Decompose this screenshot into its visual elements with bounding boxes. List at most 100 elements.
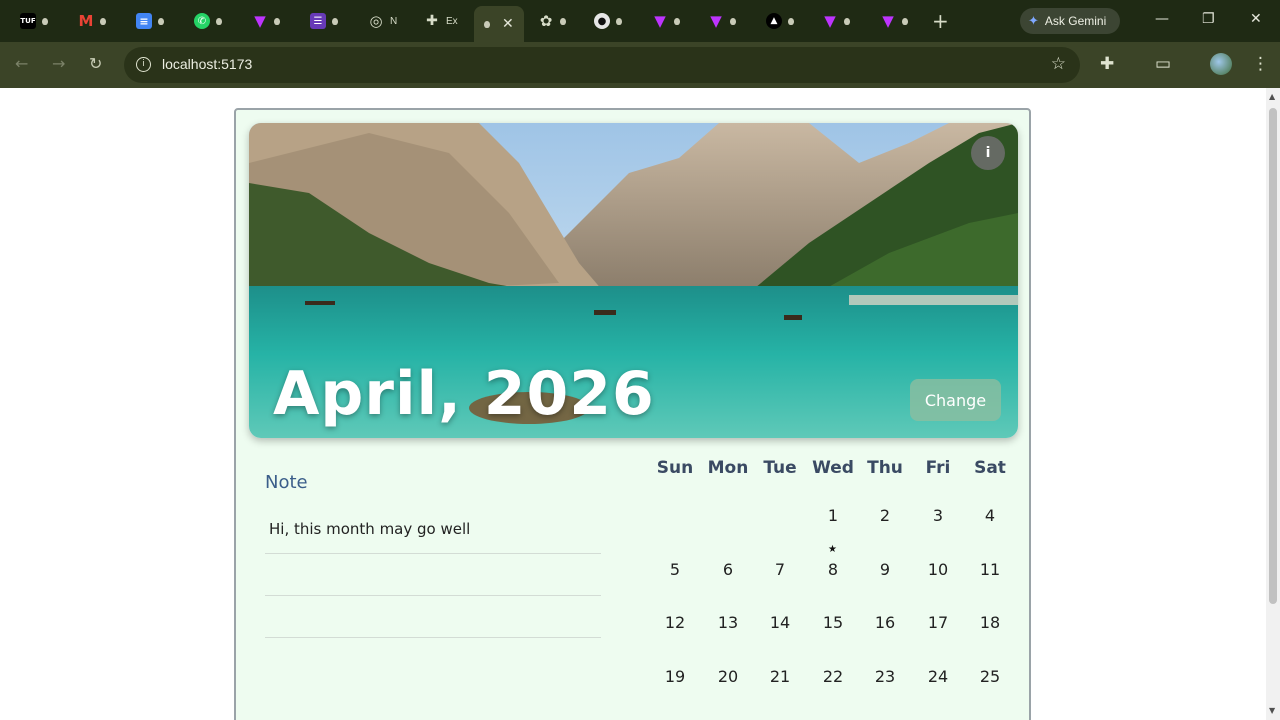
change-image-button[interactable]: Change [910,379,1001,421]
cast-icon[interactable]: ▭ [1155,54,1171,74]
tab-active[interactable]: ✕ [474,6,524,42]
tab-title: N [390,15,398,27]
tab-status-icon [484,20,490,28]
tuf-icon: TUF [20,13,36,29]
month-year-heading: April, 2026 [273,359,655,429]
tab-vite-5[interactable]: ▼ [866,8,908,34]
calendar-day[interactable]: 19 [649,667,701,686]
scrollbar-thumb[interactable] [1269,108,1277,604]
extensions-puzzle-icon[interactable]: ✚ [1100,54,1114,74]
docs-icon: ≡ [136,13,152,29]
tab-gmail[interactable]: M [64,8,106,34]
calendar-day[interactable]: 12 [649,613,701,632]
tab-extensions[interactable]: ✚ Ex [410,8,458,34]
calendar-day[interactable]: 15 [807,613,859,632]
weekday-wed: Wed [812,458,854,478]
site-info-icon[interactable]: i [136,57,151,72]
menu-kebab-icon[interactable]: ⋮ [1252,54,1269,74]
vite-icon: ▼ [654,12,666,30]
profile-avatar[interactable] [1210,53,1232,75]
calendar-day[interactable]: 25 [964,667,1016,686]
hero-image: April, 2026 i Change [249,123,1018,438]
calendar-day[interactable]: 9 [859,560,911,579]
note-line-text[interactable]: Hi, this month may go well [269,520,470,538]
calendar-day[interactable]: 3 [912,506,964,525]
reload-icon[interactable]: ↻ [89,54,102,73]
close-tab-icon[interactable]: ✕ [502,16,514,32]
calendar-day[interactable]: 5 [649,560,701,579]
note-line-1[interactable]: Hi, this month may go well [265,512,601,554]
extension-icon: ✚ [426,13,438,29]
ask-gemini-label: Ask Gemini [1044,14,1107,28]
page-viewport: April, 2026 i Change Note Hi, this month… [0,88,1266,720]
calendar-day[interactable]: 8 [807,560,859,579]
tab-status-icon [788,17,794,25]
tab-strip: TUF M ≡ ✆ ▼ ☰ ◎ N ✚ Ex ✕ ✿ ● ▼ ▼ ▲ ▼ ▼ + ✦… [0,0,1280,42]
ask-gemini-button[interactable]: ✦ Ask Gemini [1020,8,1120,34]
url-text[interactable]: localhost:5173 [162,56,252,72]
calendar-day[interactable]: 1 [807,506,859,525]
vercel-icon: ▲ [766,13,782,29]
tab-status-icon [730,17,736,25]
calendar-day[interactable]: 2 [859,506,911,525]
new-tab-icon[interactable]: + [932,9,949,33]
tab-status-icon [616,17,622,25]
calendar-day[interactable]: 4 [964,506,1016,525]
whatsapp-icon: ✆ [194,13,210,29]
vite-icon: ▼ [710,12,722,30]
bookmark-star-icon[interactable]: ☆ [1051,54,1066,74]
gemini-spark-icon: ✦ [1028,13,1039,28]
calendar-day[interactable]: 14 [754,613,806,632]
page-scrollbar[interactable]: ▲ ▼ [1266,88,1280,720]
github-icon: ● [594,13,610,29]
weekday-tue: Tue [763,458,797,478]
star-marker-icon: ★ [828,544,837,555]
calendar-day[interactable]: 20 [702,667,754,686]
tab-vite-1[interactable]: ▼ [238,8,280,34]
tab-github[interactable]: ● [580,8,622,34]
vite-icon: ▼ [254,12,266,30]
tab-status-icon [274,17,280,25]
calendar-day[interactable]: 22 [807,667,859,686]
tab-tuf[interactable]: TUF [6,8,48,34]
calendar-day[interactable]: 13 [702,613,754,632]
calendar-day[interactable]: 24 [912,667,964,686]
tab-forms[interactable]: ☰ [296,8,338,34]
calendar-card: April, 2026 i Change Note Hi, this month… [234,108,1031,720]
scroll-down-icon[interactable]: ▼ [1269,706,1275,715]
tab-chrome[interactable]: ◎ N [354,8,397,34]
calendar-day[interactable]: 21 [754,667,806,686]
tab-vite-3[interactable]: ▼ [694,8,736,34]
tab-status-icon [674,17,680,25]
close-window-icon[interactable]: ✕ [1250,11,1262,27]
calendar-day[interactable]: 17 [912,613,964,632]
note-line-2[interactable] [265,554,601,596]
minimize-icon[interactable]: — [1155,11,1169,27]
calendar-day[interactable]: 18 [964,613,1016,632]
calendar-day[interactable]: 10 [912,560,964,579]
tab-status-icon [902,17,908,25]
tab-vercel[interactable]: ▲ [752,8,794,34]
chatgpt-icon: ✿ [539,12,553,30]
tab-whatsapp[interactable]: ✆ [180,8,222,34]
tab-status-icon [158,17,164,25]
tab-title: Ex [446,15,458,27]
restore-icon[interactable]: ❐ [1202,11,1215,27]
scroll-up-icon[interactable]: ▲ [1269,92,1275,101]
calendar-day[interactable]: 23 [859,667,911,686]
calendar-day[interactable]: 11 [964,560,1016,579]
tab-chatgpt[interactable]: ✿ [524,8,566,34]
tab-status-icon [560,17,566,25]
info-button[interactable]: i [971,136,1005,170]
tab-vite-2[interactable]: ▼ [638,8,680,34]
calendar-day-marked[interactable]: 7 [754,560,806,579]
calendar-day[interactable]: 6 [702,560,754,579]
forward-icon[interactable]: → [52,54,65,73]
address-bar[interactable]: i localhost:5173 ☆ [124,47,1080,83]
tab-docs[interactable]: ≡ [122,8,164,34]
tab-vite-4[interactable]: ▼ [808,8,850,34]
back-icon[interactable]: ← [15,54,28,73]
note-line-3[interactable] [265,596,601,638]
calendar-day[interactable]: 16 [859,613,911,632]
tab-status-icon [216,17,222,25]
